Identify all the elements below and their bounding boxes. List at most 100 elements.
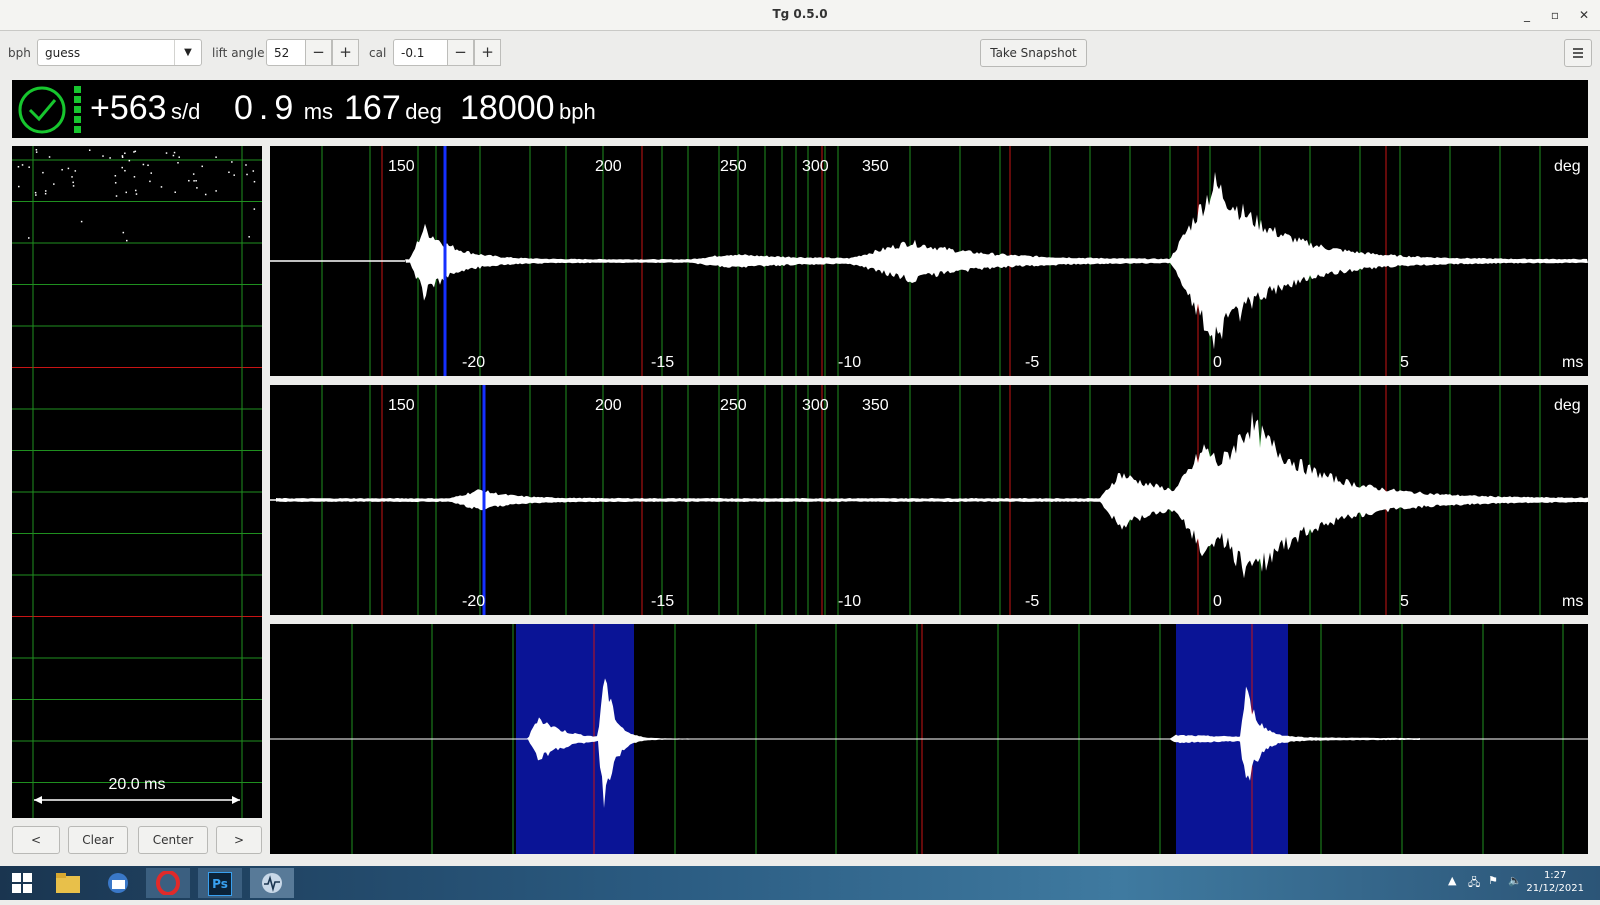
strip-dot (193, 180, 195, 182)
cal-label: cal (369, 46, 387, 60)
strip-dot (172, 154, 175, 157)
lift-angle-decrement-button[interactable]: − (305, 39, 332, 66)
ms-tick-label: -10 (838, 593, 862, 610)
strip-dot (88, 149, 91, 151)
bph-select[interactable]: guess ▼ (37, 39, 202, 66)
deg-tick-label: 350 (862, 158, 889, 175)
paperstrip-clear-button[interactable]: Clear (68, 826, 128, 854)
tg-app-icon[interactable] (250, 868, 294, 898)
lift-angle-increment-button[interactable]: + (332, 39, 359, 66)
cal-input[interactable]: -0.1 (393, 39, 448, 66)
strip-dot (109, 157, 111, 159)
strip-dot (248, 236, 250, 238)
strip-dot (114, 182, 117, 184)
toc-waveform-display[interactable]: 150 200 250 300 350 deg -20 -15 -10 -5 0… (270, 385, 1588, 615)
deg-tick-label: 150 (388, 158, 415, 175)
clock-time: 1:27 (1543, 870, 1567, 881)
network-icon[interactable]: 🖧 (1468, 874, 1480, 893)
ms-unit-label: ms (1562, 354, 1584, 371)
action-center-flag-icon[interactable]: ⚑ (1488, 874, 1498, 887)
strip-dot (80, 220, 83, 223)
paperstrip-right-button[interactable]: > (216, 826, 262, 854)
amplitude-value: 167 (344, 89, 401, 127)
strip-scale-arrow (232, 796, 240, 804)
tic-waveform-display[interactable]: 150 200 250 300 350 deg -20 -15 -10 -5 0… (270, 146, 1588, 376)
strip-dot (174, 191, 176, 193)
lift-angle-input[interactable]: 52 (266, 39, 306, 66)
strip-dot (160, 186, 163, 188)
hamburger-menu-icon[interactable] (1564, 39, 1592, 67)
period-waveform-display[interactable] (270, 624, 1588, 854)
strip-dot (246, 173, 248, 176)
strip-dot (42, 171, 44, 174)
cal-increment-button[interactable]: + (474, 39, 501, 66)
amplitude-unit: deg (405, 99, 442, 124)
signal-lamp (74, 106, 81, 113)
beat-error-readout: 0.9 ms (234, 89, 333, 128)
clock-check-icon (18, 86, 66, 134)
maximize-icon[interactable]: ▫ (1546, 6, 1564, 24)
strip-dot (177, 162, 179, 164)
volume-icon[interactable]: 🔈 (1508, 874, 1522, 887)
deg-tick-label: 150 (388, 397, 415, 414)
close-icon[interactable]: ✕ (1575, 6, 1593, 24)
minimize-icon[interactable]: _ (1518, 6, 1536, 24)
strip-dot (34, 191, 37, 194)
paperstrip-display[interactable]: 20.0 ms (12, 146, 262, 818)
rate-value: +563 (90, 89, 167, 127)
strip-dot (204, 193, 207, 196)
strip-dot (192, 173, 195, 175)
ms-tick-label: -20 (462, 354, 486, 371)
deg-tick-label: 250 (720, 158, 747, 175)
strip-dot (122, 231, 125, 234)
taskbar-clock[interactable]: 1:27 21/12/2021 (1526, 869, 1584, 895)
signal-lamp (74, 96, 81, 103)
strip-dot (150, 172, 152, 174)
strip-dot (134, 150, 137, 153)
file-explorer-icon[interactable] (46, 868, 90, 898)
thunderbird-icon[interactable] (96, 868, 140, 898)
strip-dot (128, 159, 131, 162)
strip-dot (215, 156, 217, 158)
windows-start-icon[interactable] (0, 868, 44, 898)
ms-tick-label: 0 (1213, 354, 1222, 371)
paperstrip-left-button[interactable]: < (12, 826, 60, 854)
strip-dot (17, 165, 20, 168)
ms-unit-label: ms (1562, 593, 1584, 610)
chevron-down-icon[interactable]: ▼ (174, 40, 201, 65)
ms-tick-label: -15 (651, 593, 675, 610)
strip-dot (253, 180, 256, 183)
opera-icon[interactable] (146, 868, 190, 898)
tray-expand-icon[interactable]: ▲ (1448, 874, 1456, 887)
cal-decrement-button[interactable]: − (447, 39, 474, 66)
take-snapshot-button[interactable]: Take Snapshot (980, 39, 1087, 67)
paperstrip-center-button[interactable]: Center (138, 826, 208, 854)
strip-dot (147, 164, 149, 167)
strip-dot (133, 151, 135, 153)
strip-dot (71, 176, 73, 178)
ms-tick-label: 0 (1213, 593, 1222, 610)
photoshop-label: Ps (208, 872, 232, 896)
scope-waveform (405, 171, 1588, 350)
strip-dot (53, 183, 55, 185)
strip-dot (74, 170, 77, 172)
strip-dot (121, 155, 124, 157)
strip-dot (44, 190, 47, 192)
strip-dot (61, 168, 63, 171)
title-bar: Tg 0.5.0 _ ▫ ✕ (0, 0, 1600, 31)
strip-dot (201, 165, 203, 168)
strip-dot (231, 161, 233, 163)
deg-unit-label: deg (1554, 158, 1581, 175)
strip-dot (21, 164, 24, 166)
taskbar: Ps ▲ 🖧 ⚑ 🔈 1:27 21/12/2021 (0, 866, 1600, 900)
ms-tick-label: -5 (1025, 354, 1040, 371)
strip-dot (165, 152, 168, 154)
window-title: Tg 0.5.0 (772, 7, 828, 21)
strip-dot (124, 152, 126, 155)
ms-tick-label: -20 (462, 593, 486, 610)
ms-tick-label: 5 (1400, 593, 1409, 610)
photoshop-icon[interactable]: Ps (198, 868, 242, 898)
strip-dot (245, 164, 247, 166)
paperstrip-scale-label: 20.0 ms (108, 776, 166, 793)
strip-dot (133, 176, 136, 178)
